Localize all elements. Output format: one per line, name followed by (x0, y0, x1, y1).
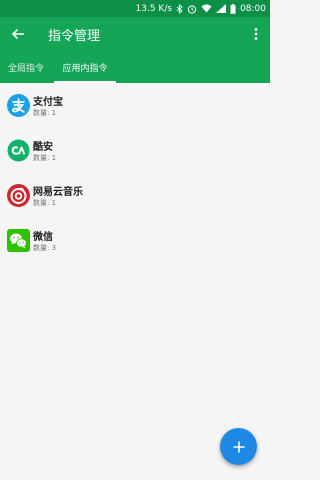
list-item-coolapk[interactable]: 酷安 数量: 1 (0, 128, 270, 173)
alarm-icon (187, 4, 197, 14)
app-name: 支付宝 (33, 97, 63, 108)
app-list: 支付宝 数量: 1 酷安 数量: 1 网易云音乐 数量: 1 微信 数量: 3 (0, 83, 270, 263)
signal-icon (216, 4, 227, 13)
tab-bar: 全局指令 应用内指令 (0, 51, 270, 83)
command-count: 数量: 1 (33, 109, 57, 117)
status-bar: 13.5 K/s 08:00 (0, 0, 270, 17)
wechat-icon (7, 229, 30, 252)
command-count: 数量: 3 (33, 244, 57, 252)
tab-in-app-commands[interactable]: 应用内指令 (54, 51, 116, 83)
tab-global-commands[interactable]: 全局指令 (0, 51, 52, 83)
page-title: 指令管理 (48, 29, 101, 44)
command-count: 数量: 1 (33, 154, 57, 162)
coolapk-icon (7, 139, 30, 162)
network-speed: 13.5 K/s (135, 3, 173, 14)
list-item-wechat[interactable]: 微信 数量: 3 (0, 218, 270, 263)
add-command-button[interactable] (220, 428, 257, 465)
plus-icon (232, 440, 245, 453)
app-name: 网易云音乐 (33, 187, 83, 198)
app-name: 微信 (33, 232, 53, 243)
tab-label: 应用内指令 (62, 63, 108, 74)
status-time: 08:00 (240, 3, 266, 14)
arrow-left-icon (11, 27, 25, 41)
list-item-alipay[interactable]: 支付宝 数量: 1 (0, 83, 270, 128)
more-vertical-icon (254, 27, 258, 41)
app-bar: 指令管理 (0, 17, 270, 51)
alipay-icon (7, 94, 30, 117)
list-item-netease-music[interactable]: 网易云音乐 数量: 1 (0, 173, 270, 218)
wifi-icon (201, 4, 212, 13)
app-name: 酷安 (33, 142, 53, 153)
more-options-button[interactable] (248, 24, 264, 44)
bluetooth-icon (176, 3, 183, 14)
command-count: 数量: 1 (33, 199, 57, 207)
battery-icon (230, 3, 236, 14)
netease-music-icon (7, 184, 30, 207)
back-button[interactable] (8, 24, 28, 44)
tab-label: 全局指令 (7, 63, 44, 74)
